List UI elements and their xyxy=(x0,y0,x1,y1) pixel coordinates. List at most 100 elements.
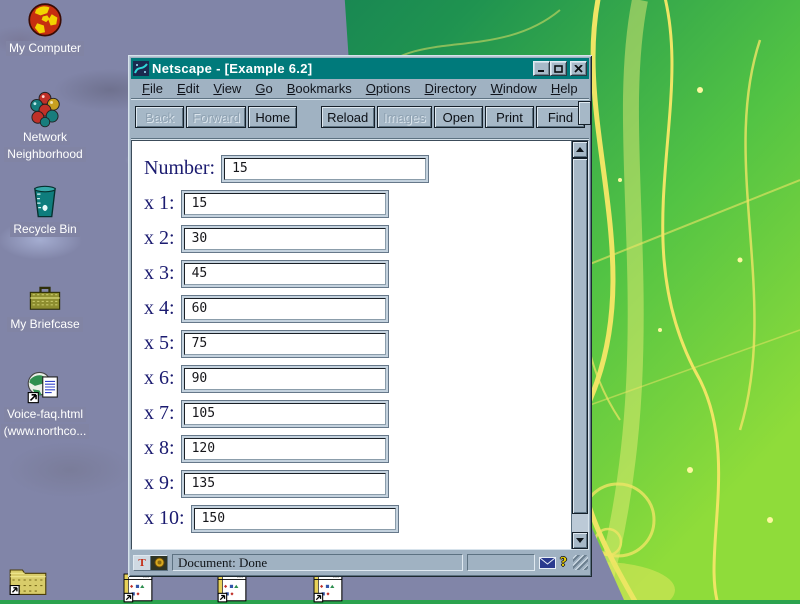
desktop-icon-recycle-bin[interactable]: Recycle Bin xyxy=(0,184,90,237)
x6-field-frame xyxy=(181,365,389,393)
icon-label: Neighborhood xyxy=(4,147,85,162)
menu-edit[interactable]: Edit xyxy=(170,81,206,96)
field-label-x8: x 8: xyxy=(144,437,175,460)
icon-label: My Briefcase xyxy=(7,317,82,332)
menu-file[interactable]: File xyxy=(135,81,170,96)
x2-input[interactable] xyxy=(184,228,386,250)
multiplication-form: Number:x 1:x 2:x 3:x 4:x 5:x 6:x 7:x 8:x… xyxy=(144,154,588,533)
icon-label: (www.northco... xyxy=(1,424,90,439)
field-label-x3: x 3: xyxy=(144,262,175,285)
menu-help[interactable]: Help xyxy=(544,81,585,96)
netscape-app-icon xyxy=(133,61,149,76)
x8-input[interactable] xyxy=(184,438,386,460)
field-label-number: Number: xyxy=(144,157,215,180)
mail-icon[interactable] xyxy=(539,557,556,569)
print-button[interactable]: Print xyxy=(485,106,534,128)
x4-row: x 4: xyxy=(144,294,588,323)
field-label-x5: x 5: xyxy=(144,332,175,355)
title-bar[interactable]: Netscape - [Example 6.2] xyxy=(131,58,589,79)
menu-mnemonic: D xyxy=(425,81,434,96)
x2-field-frame xyxy=(181,225,389,253)
field-label-x10: x 10: xyxy=(144,507,185,530)
x10-row: x 10: xyxy=(144,504,588,533)
netscape-window: Netscape - [Example 6.2] FileEditViewGoB… xyxy=(128,55,592,577)
menu-mnemonic: F xyxy=(142,81,150,96)
menu-directory[interactable]: Directory xyxy=(418,81,484,96)
desktop: My Computer Network Neighborhood Recycle Bi… xyxy=(0,0,800,600)
x3-row: x 3: xyxy=(144,259,588,288)
menu-bookmarks[interactable]: Bookmarks xyxy=(280,81,359,96)
field-label-x2: x 2: xyxy=(144,227,175,250)
x6-input[interactable] xyxy=(184,368,386,390)
scroll-up-button[interactable] xyxy=(572,141,588,158)
icon-label: Recycle Bin xyxy=(10,222,79,237)
x8-field-frame xyxy=(181,435,389,463)
help-icon[interactable]: ? xyxy=(560,555,567,571)
browser-content: Number:x 1:x 2:x 3:x 4:x 5:x 6:x 7:x 8:x… xyxy=(131,140,589,550)
forward-button: Forward xyxy=(186,106,246,128)
menu-bar: FileEditViewGoBookmarksOptionsDirectoryW… xyxy=(131,79,589,99)
window-controls xyxy=(533,61,587,76)
resize-grip[interactable] xyxy=(573,555,588,570)
scroll-down-button[interactable] xyxy=(572,532,588,549)
desktop-icon-my-briefcase[interactable]: My Briefcase xyxy=(0,281,90,332)
field-label-x6: x 6: xyxy=(144,367,175,390)
status-message: Document: Done xyxy=(172,554,463,571)
x1-row: x 1: xyxy=(144,189,588,218)
molecule-icon xyxy=(26,90,64,128)
x9-row: x 9: xyxy=(144,469,588,498)
scrollbar-track[interactable] xyxy=(572,158,588,532)
x3-input[interactable] xyxy=(184,263,386,285)
x3-field-frame xyxy=(181,260,389,288)
minimize-button[interactable] xyxy=(533,61,550,76)
x1-input[interactable] xyxy=(184,193,386,215)
beaker-icon xyxy=(27,184,63,220)
menu-window[interactable]: Window xyxy=(484,81,544,96)
menu-mnemonic: E xyxy=(177,81,186,96)
images-button: Images xyxy=(377,106,432,128)
x4-input[interactable] xyxy=(184,298,386,320)
x2-row: x 2: xyxy=(144,224,588,253)
x4-field-frame xyxy=(181,295,389,323)
number-input[interactable] xyxy=(224,158,426,180)
doc-shortcut-icon xyxy=(26,369,64,405)
status-icons: T xyxy=(133,555,168,571)
x5-input[interactable] xyxy=(184,333,386,355)
reload-button[interactable]: Reload xyxy=(321,106,375,128)
home-button[interactable]: Home xyxy=(248,106,297,128)
progress-bar xyxy=(467,554,535,571)
toolbar: BackForwardHomeReloadImagesOpenPrintFind xyxy=(131,99,589,139)
menu-options[interactable]: Options xyxy=(359,81,418,96)
scrollbar-thumb[interactable] xyxy=(572,158,588,514)
security-seal-icon[interactable] xyxy=(151,556,167,570)
netscape-logo-icon[interactable]: T xyxy=(134,556,151,570)
x10-input[interactable] xyxy=(194,508,396,530)
icon-label: My Computer xyxy=(6,41,84,56)
close-button[interactable] xyxy=(570,61,587,76)
number-row: Number: xyxy=(144,154,588,183)
x5-row: x 5: xyxy=(144,329,588,358)
globe-icon xyxy=(26,3,64,39)
maximize-button[interactable] xyxy=(550,61,567,76)
desktop-icon-my-computer[interactable]: My Computer xyxy=(0,3,90,56)
x7-input[interactable] xyxy=(184,403,386,425)
menu-view[interactable]: View xyxy=(206,81,248,96)
open-button[interactable]: Open xyxy=(434,106,483,128)
icon-label: Voice-faq.html xyxy=(4,407,86,422)
folder-shortcut-icon xyxy=(8,563,48,597)
window-title: Netscape - [Example 6.2] xyxy=(152,61,530,76)
x5-field-frame xyxy=(181,330,389,358)
briefcase-icon xyxy=(27,281,63,315)
bottom-icon-1[interactable] xyxy=(0,563,58,597)
vertical-scrollbar[interactable] xyxy=(571,141,588,549)
toolbar-partial-button[interactable] xyxy=(578,101,591,125)
desktop-icon-network[interactable]: Network Neighborhood xyxy=(0,90,90,162)
desktop-icon-voice-faq-html[interactable]: Voice-faq.html (www.northco... xyxy=(0,369,90,439)
x8-row: x 8: xyxy=(144,434,588,463)
back-button: Back xyxy=(135,106,184,128)
menu-go[interactable]: Go xyxy=(248,81,279,96)
status-bar: T Document: Done ? xyxy=(131,551,589,574)
x9-input[interactable] xyxy=(184,473,386,495)
icon-label: Network xyxy=(20,130,70,145)
menu-mnemonic: V xyxy=(213,81,221,96)
